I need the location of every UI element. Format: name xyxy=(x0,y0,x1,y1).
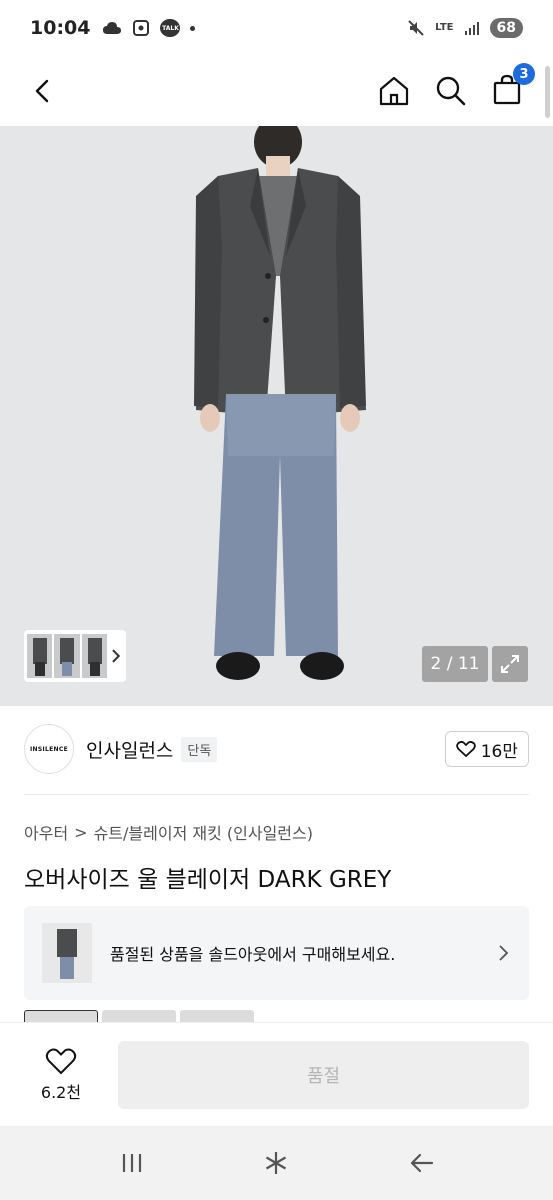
breadcrumb-subcategory[interactable]: 슈트/블레이저 재킷 (인사일런스) xyxy=(94,820,313,844)
back-arrow-icon[interactable] xyxy=(408,1151,434,1175)
status-bar: 10:04 TALK LTE 68 xyxy=(0,0,553,56)
back-icon[interactable] xyxy=(28,76,58,106)
dot-icon xyxy=(190,25,196,31)
brand-like-button[interactable]: 16만 xyxy=(444,731,529,767)
breadcrumb-category[interactable]: 아우터 xyxy=(24,820,68,844)
soldout-button[interactable]: 품절 xyxy=(118,1040,529,1109)
gallery-thumbnail[interactable] xyxy=(27,634,53,678)
breadcrumb-separator: > xyxy=(74,822,88,842)
divider xyxy=(24,794,529,795)
gallery-thumbnail[interactable] xyxy=(81,634,108,678)
breadcrumb: 아우터 > 슈트/블레이저 재킷 (인사일런스) xyxy=(24,820,313,844)
screenshot-icon xyxy=(133,20,150,36)
mute-icon xyxy=(408,20,424,36)
brand-like-count: 16만 xyxy=(480,741,518,762)
home-asterisk-icon[interactable] xyxy=(263,1150,289,1176)
wishlist-count: 6.2천 xyxy=(40,1082,82,1102)
exclusive-badge: 단독 xyxy=(181,736,218,762)
soldout-thumbnail xyxy=(42,923,92,983)
heart-icon xyxy=(45,1048,77,1074)
chevron-right-icon[interactable] xyxy=(109,648,123,664)
product-title: 오버사이즈 울 블레이저 DARK GREY xyxy=(24,867,392,893)
kakaotalk-label: TALK xyxy=(162,24,179,32)
battery-indicator: 68 xyxy=(489,18,523,38)
chevron-right-icon xyxy=(499,945,509,961)
expand-icon xyxy=(501,655,519,673)
brand-logo[interactable]: INSILENCE xyxy=(24,724,74,774)
cart-count-badge: 3 xyxy=(513,63,535,85)
status-right: LTE 68 xyxy=(407,18,523,38)
wishlist-button[interactable]: 6.2천 xyxy=(24,1047,98,1103)
status-notification-icons: TALK xyxy=(102,19,196,37)
system-navigation-bar xyxy=(0,1126,553,1200)
recent-apps-icon[interactable] xyxy=(120,1151,144,1175)
product-photo xyxy=(194,126,366,680)
fullscreen-button[interactable] xyxy=(492,646,528,682)
gallery-thumbnail-strip[interactable] xyxy=(24,630,126,682)
brand-name[interactable]: 인사일런스 xyxy=(86,736,173,763)
weather-cloud-icon xyxy=(103,22,122,34)
brand-logo-text: INSILENCE xyxy=(30,745,68,753)
heart-icon xyxy=(455,741,476,758)
gallery-page-counter: 2 / 11 xyxy=(422,646,488,682)
soldout-banner-text: 품절된 상품을 솔드아웃에서 구매해보세요. xyxy=(110,945,396,964)
brand-row: INSILENCE 인사일런스 단독 16만 xyxy=(24,720,529,778)
status-time: 10:04 xyxy=(30,17,91,39)
top-nav: 3 xyxy=(0,56,553,126)
soldout-banner[interactable]: 품절된 상품을 솔드아웃에서 구매해보세요. xyxy=(24,906,529,1000)
scroll-indicator xyxy=(545,66,550,118)
home-icon[interactable] xyxy=(377,74,411,108)
signal-icon xyxy=(464,22,479,35)
cart-button[interactable]: 3 xyxy=(491,63,535,109)
product-image-gallery[interactable]: 2 / 11 xyxy=(0,126,553,706)
search-icon[interactable] xyxy=(435,75,467,107)
bottom-action-bar: 6.2천 품절 xyxy=(0,1022,553,1126)
network-type: LTE xyxy=(435,22,454,33)
kakaotalk-icon: TALK xyxy=(160,19,181,37)
nav-actions: 3 xyxy=(377,63,535,109)
gallery-thumbnail[interactable] xyxy=(54,634,80,678)
